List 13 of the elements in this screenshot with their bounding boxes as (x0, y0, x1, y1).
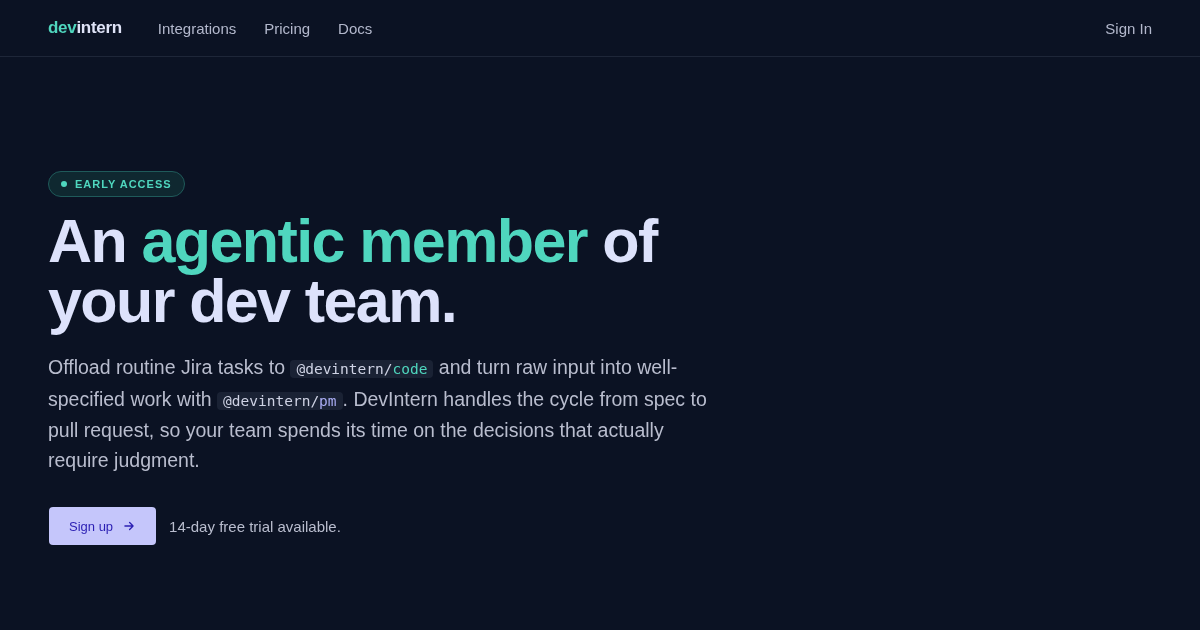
nav-link[interactable]: Pricing (264, 19, 311, 37)
status-dot-icon (61, 181, 67, 187)
sign-up-button[interactable]: Sign up (49, 507, 157, 545)
nav-link[interactable]: Integrations (157, 19, 237, 37)
arrow-right-icon (122, 519, 137, 533)
hero-description: Offload routine Jira tasks to @devintern/code and turn raw input into well-specified work with @devintern/pm . DevIntern handles the cycle from spec to pull request, so your team spends its time on the decisions that actually require judgment. (48, 355, 708, 473)
nav-link[interactable]: Docs (338, 19, 373, 37)
code-snippet: @devintern/code (290, 360, 434, 378)
logo[interactable]: devintern (48, 18, 122, 38)
early-access-badge: EARLY ACCESS (48, 171, 185, 197)
sign-in-link[interactable]: Sign In (1105, 19, 1152, 37)
code-snippet: @devintern/pm (217, 391, 343, 410)
trial-note: 14-day free trial available. (169, 517, 341, 535)
